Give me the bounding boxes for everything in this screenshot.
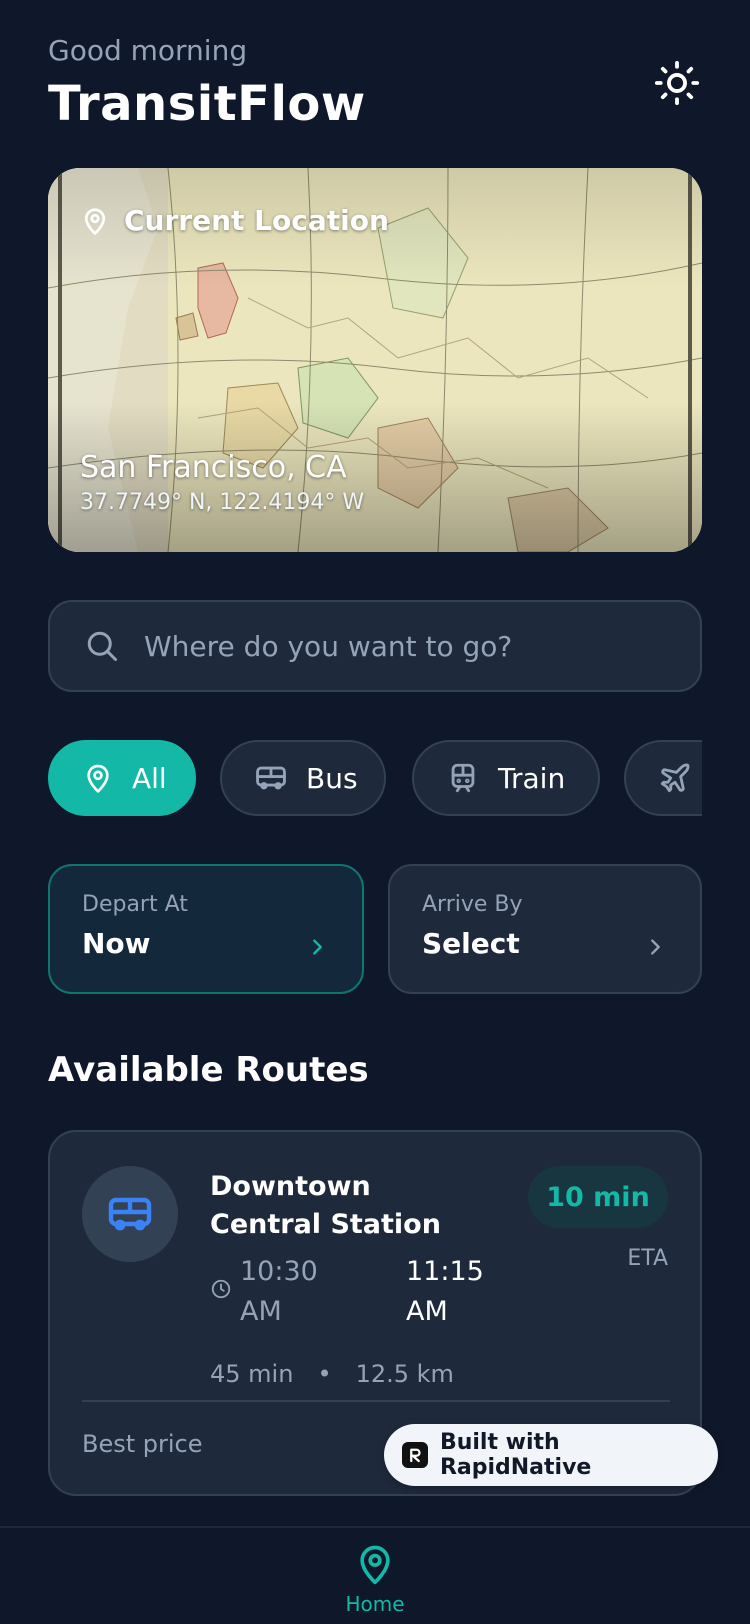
arrive-by-value: Select <box>422 927 520 960</box>
filter-chip-bus[interactable]: Bus <box>220 740 386 816</box>
search-placeholder: Where do you want to go? <box>144 629 513 663</box>
eta-label: ETA <box>627 1246 668 1271</box>
route-duration: 45 min <box>210 1360 294 1388</box>
greeting-text: Good morning <box>48 34 248 67</box>
theme-toggle-button[interactable] <box>652 58 702 108</box>
search-icon <box>87 631 117 661</box>
chevron-right-icon <box>651 939 660 955</box>
eta-badge: 10 min <box>528 1166 668 1228</box>
home-screen: Good morning TransitFlow Current Locatio… <box>0 0 750 1624</box>
departure-time: 10:30 AM <box>240 1256 318 1327</box>
city-name: San Francisco, CA <box>80 450 347 485</box>
arrive-by-label: Arrive By <box>422 892 523 917</box>
train-icon <box>451 763 475 793</box>
coordinates-text: 37.7749° N, 122.4194° W <box>80 490 365 515</box>
clock-icon <box>211 1279 231 1299</box>
map-pin-icon <box>87 764 109 793</box>
route-destination-name: Downtown Central Station <box>210 1171 441 1240</box>
route-distance: 12.5 km <box>355 1360 454 1388</box>
current-location-card[interactable]: Current Location San Francisco, CA 37.77… <box>48 168 702 552</box>
filter-chip-flight[interactable] <box>624 740 702 816</box>
arrive-by-selector[interactable]: Arrive By Select <box>388 864 702 994</box>
plane-icon <box>660 763 690 793</box>
route-meta: 45 min • 12.5 km <box>210 1360 454 1388</box>
filter-chip-label: Bus <box>306 761 358 795</box>
rapidnative-logo-icon <box>402 1442 428 1468</box>
search-input[interactable]: Where do you want to go? <box>48 600 702 692</box>
current-location-text: Current Location <box>124 204 389 237</box>
nav-home-label: Home <box>345 1592 405 1616</box>
app-title: TransitFlow <box>48 76 366 132</box>
bottom-navigation: Home <box>0 1526 750 1624</box>
available-routes-heading: Available Routes <box>48 1050 369 1090</box>
route-divider <box>82 1400 670 1402</box>
route-price-label: Best price <box>82 1430 203 1458</box>
filter-chip-label: All <box>132 761 167 795</box>
filter-chip-all[interactable]: All <box>48 740 196 816</box>
bus-icon <box>256 766 286 790</box>
map-pin-icon <box>84 207 106 235</box>
arrival-time: 11:15 AM <box>406 1256 484 1327</box>
nav-item-home[interactable]: Home <box>337 1542 413 1616</box>
map-pin-icon <box>360 1545 390 1585</box>
filter-chip-train[interactable]: Train <box>412 740 600 816</box>
bus-icon <box>108 1197 152 1231</box>
depart-at-value: Now <box>82 927 151 960</box>
built-with-text: Built with RapidNative <box>439 1430 592 1480</box>
chevron-right-icon <box>313 939 322 955</box>
filter-chip-label: Train <box>498 761 566 795</box>
depart-at-label: Depart At <box>82 892 188 917</box>
route-icon-container <box>82 1166 178 1262</box>
meta-separator: • <box>317 1360 332 1388</box>
transport-filter-row: All Bus Train <box>48 740 702 816</box>
current-location-label: Current Location <box>80 204 389 237</box>
depart-at-selector[interactable]: Depart At Now <box>48 864 364 994</box>
sun-icon <box>654 60 700 106</box>
built-with-badge[interactable]: Built with RapidNative <box>384 1424 718 1486</box>
